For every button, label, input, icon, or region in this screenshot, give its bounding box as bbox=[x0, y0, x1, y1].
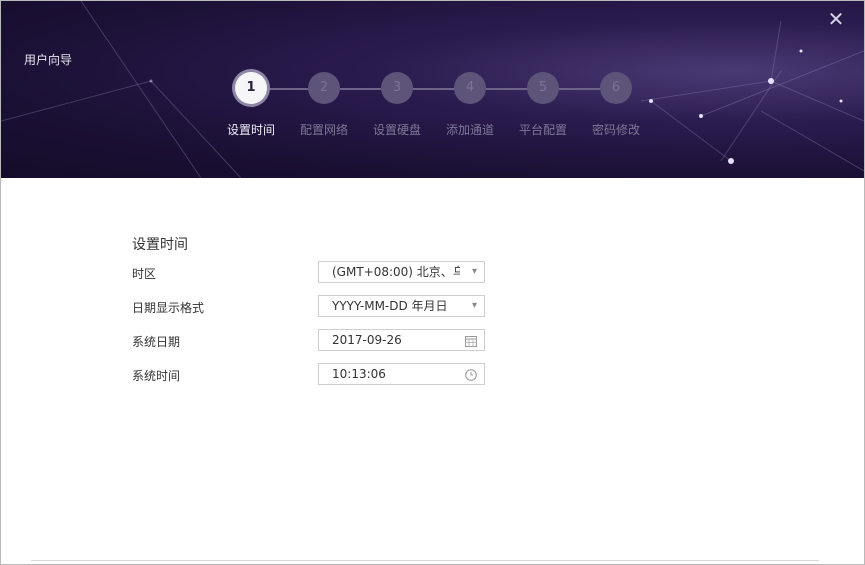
chevron-down-icon: ▾ bbox=[471, 266, 477, 277]
step-1-circle[interactable]: 1 bbox=[235, 72, 267, 104]
step-4-label: 添加通道 bbox=[445, 123, 494, 137]
system-date-value: 2017-09-26 bbox=[332, 333, 402, 347]
step-2-label: 配置网络 bbox=[299, 123, 348, 137]
step-connector bbox=[413, 88, 455, 90]
calendar-icon[interactable] bbox=[465, 330, 477, 355]
step-3-circle[interactable]: 3 bbox=[381, 72, 413, 104]
system-date-field[interactable]: 2017-09-26 bbox=[318, 329, 485, 351]
step-3-label: 设置硬盘 bbox=[372, 123, 421, 137]
step-2-circle[interactable]: 2 bbox=[308, 72, 340, 104]
step-connector bbox=[267, 88, 309, 90]
system-time-value: 10:13:06 bbox=[332, 367, 386, 381]
clock-icon[interactable] bbox=[465, 364, 477, 389]
chevron-down-icon: ▾ bbox=[471, 300, 477, 311]
system-time-label: 系统时间 bbox=[132, 369, 181, 383]
step-connector bbox=[559, 88, 601, 90]
step-connector bbox=[486, 88, 528, 90]
wizard-content: 设置时间 时区 (GMT+08:00) 北京、乌鲁木齐 ▾ 日期显示格式 YYY… bbox=[1, 178, 864, 564]
date-format-select[interactable]: YYYY-MM-DD 年月日 ▾ bbox=[318, 295, 485, 317]
step-1-label: 设置时间 bbox=[226, 123, 275, 137]
wizard-header: 用户向导 ✕ 1 2 3 4 5 6 设置时间 配置网络 设置硬盘 添加通道 平… bbox=[1, 1, 864, 178]
timezone-select[interactable]: (GMT+08:00) 北京、乌鲁木齐 ▾ bbox=[318, 261, 485, 283]
user-wizard-window: 用户向导 ✕ 1 2 3 4 5 6 设置时间 配置网络 设置硬盘 添加通道 平… bbox=[0, 0, 865, 565]
step-4-circle[interactable]: 4 bbox=[454, 72, 486, 104]
timezone-label: 时区 bbox=[132, 267, 157, 281]
footer-divider bbox=[31, 560, 819, 561]
step-5-label: 平台配置 bbox=[518, 123, 567, 137]
step-connector bbox=[340, 88, 382, 90]
step-5-circle[interactable]: 5 bbox=[527, 72, 559, 104]
wizard-stepper: 1 2 3 4 5 6 设置时间 配置网络 设置硬盘 添加通道 平台配置 密码修… bbox=[1, 1, 864, 178]
date-format-label: 日期显示格式 bbox=[132, 301, 205, 315]
system-date-label: 系统日期 bbox=[132, 335, 181, 349]
system-time-field[interactable]: 10:13:06 bbox=[318, 363, 485, 385]
date-format-value: YYYY-MM-DD 年月日 bbox=[332, 299, 448, 313]
timezone-value: (GMT+08:00) 北京、乌鲁木齐 bbox=[332, 265, 460, 279]
step-6-label: 密码修改 bbox=[591, 123, 640, 137]
section-title: 设置时间 bbox=[132, 237, 188, 253]
step-6-circle[interactable]: 6 bbox=[600, 72, 632, 104]
